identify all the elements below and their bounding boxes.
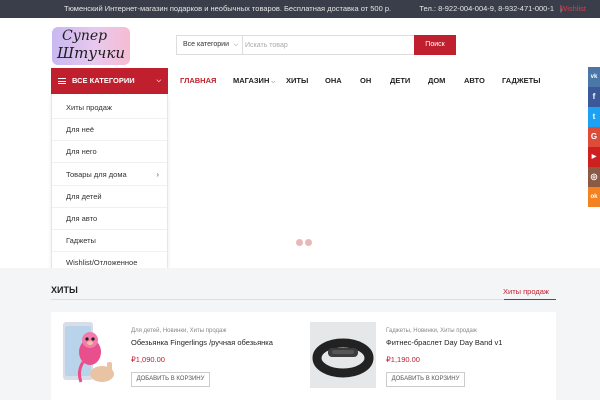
search-bar: Все категории ⌵ Поиск	[176, 35, 456, 55]
nav-shop[interactable]: МАГАЗИН ⌵	[233, 76, 275, 85]
search-category-select[interactable]: Все категории ⌵	[177, 36, 243, 54]
product-price: ₽1,090.00	[131, 355, 165, 364]
logo-text-line1: Супер	[62, 28, 108, 44]
category-item-kids[interactable]: Для детей	[52, 186, 167, 208]
nav-home-goods[interactable]: ДОМ	[428, 76, 445, 85]
youtube-icon[interactable]: ▶	[588, 147, 600, 167]
product-image-fitness-band[interactable]	[310, 322, 376, 388]
category-menu: Хиты продаж Для неё Для него Товары для …	[51, 94, 168, 275]
all-categories-toggle[interactable]: ВСЕ КАТЕГОРИИ ⌵	[51, 68, 168, 94]
category-item-label: Для детей	[66, 192, 102, 201]
nav-kids[interactable]: ДЕТИ	[390, 76, 410, 85]
search-category-label: Все категории	[183, 41, 229, 48]
hamburger-icon	[58, 78, 66, 84]
category-item-label: Для него	[66, 147, 97, 156]
store-tagline: Тюменский Интернет-магазин подарков и не…	[64, 4, 392, 13]
slider-dot[interactable]	[305, 239, 312, 246]
vk-icon[interactable]: vk	[588, 67, 600, 87]
section-divider-accent	[504, 299, 556, 300]
add-to-cart-button[interactable]: ДОБАВИТЬ В КОРЗИНУ	[131, 372, 210, 387]
category-item-label: Wishlist/Отложенное	[66, 258, 138, 267]
product-categories: Гаджеты, Новинки, Хиты продаж	[386, 328, 477, 334]
section-divider	[51, 299, 556, 300]
hits-link[interactable]: Хиты продаж	[503, 287, 549, 296]
add-to-cart-button[interactable]: ДОБАВИТЬ В КОРЗИНУ	[386, 372, 465, 387]
product-card: Для детей, Новинки, Хиты продаж Обезьянк…	[51, 312, 303, 400]
phone-contacts: Тел.: 8-922-004-004-9, 8-932-471-000-1	[419, 4, 554, 13]
category-item-home[interactable]: Товары для дома ›	[52, 164, 167, 186]
twitter-icon[interactable]: t	[588, 107, 600, 127]
search-input[interactable]	[245, 37, 411, 53]
category-item-label: Хиты продаж	[66, 103, 112, 112]
nav-shop-label: МАГАЗИН	[233, 76, 270, 85]
category-item-hits[interactable]: Хиты продаж	[52, 97, 167, 119]
product-name[interactable]: Фитнес-браслет Day Day Band v1	[386, 338, 502, 347]
product-grid: Для детей, Новинки, Хиты продаж Обезьянк…	[51, 312, 556, 400]
wishlist-link[interactable]: Wishlist	[560, 0, 586, 18]
chevron-right-icon: ›	[156, 170, 159, 179]
category-item-auto[interactable]: Для авто	[52, 208, 167, 230]
site-logo[interactable]: Супер Штучки	[52, 27, 130, 65]
chevron-down-icon: ⌵	[271, 79, 276, 85]
facebook-icon[interactable]: f	[588, 87, 600, 107]
nav-home[interactable]: ГЛАВНАЯ	[180, 76, 216, 85]
category-item-for-her[interactable]: Для неё	[52, 119, 167, 141]
category-item-label: Гаджеты	[66, 236, 96, 245]
product-card: Гаджеты, Новинки, Хиты продаж Фитнес-бра…	[306, 312, 556, 400]
chevron-down-icon: ⌵	[233, 42, 238, 48]
all-categories-label: ВСЕ КАТЕГОРИИ	[72, 76, 135, 85]
nav-gadgets[interactable]: ГАДЖЕТЫ	[502, 76, 541, 85]
logo-text-line2: Штучки	[57, 44, 125, 62]
product-categories: Для детей, Новинки, Хиты продаж	[131, 328, 227, 334]
nav-hits[interactable]: ХИТЫ	[286, 76, 308, 85]
category-item-gadgets[interactable]: Гаджеты	[52, 230, 167, 252]
odnoklassniki-icon[interactable]: ok	[588, 187, 600, 207]
product-name[interactable]: Обезьянка Fingerlings /ручная обезьянка	[131, 338, 273, 347]
nav-her[interactable]: ОНА	[325, 76, 342, 85]
category-item-label: Товары для дома	[66, 170, 127, 179]
top-bar: Тюменский Интернет-магазин подарков и не…	[0, 0, 600, 18]
google-plus-icon[interactable]: G	[588, 127, 600, 147]
slider-dot[interactable]	[296, 239, 303, 246]
instagram-icon[interactable]: ◎	[588, 167, 600, 187]
product-price: ₽1,190.00	[386, 355, 420, 364]
product-image-monkey[interactable]	[55, 322, 121, 388]
category-item-for-him[interactable]: Для него	[52, 141, 167, 163]
category-item-label: Для неё	[66, 125, 95, 134]
search-button[interactable]: Поиск	[414, 35, 456, 55]
hits-title: ХИТЫ	[51, 285, 78, 295]
category-item-label: Для авто	[66, 214, 98, 223]
nav-auto[interactable]: АВТО	[464, 76, 485, 85]
chevron-down-icon: ⌵	[156, 78, 161, 84]
nav-him[interactable]: ОН	[360, 76, 371, 85]
